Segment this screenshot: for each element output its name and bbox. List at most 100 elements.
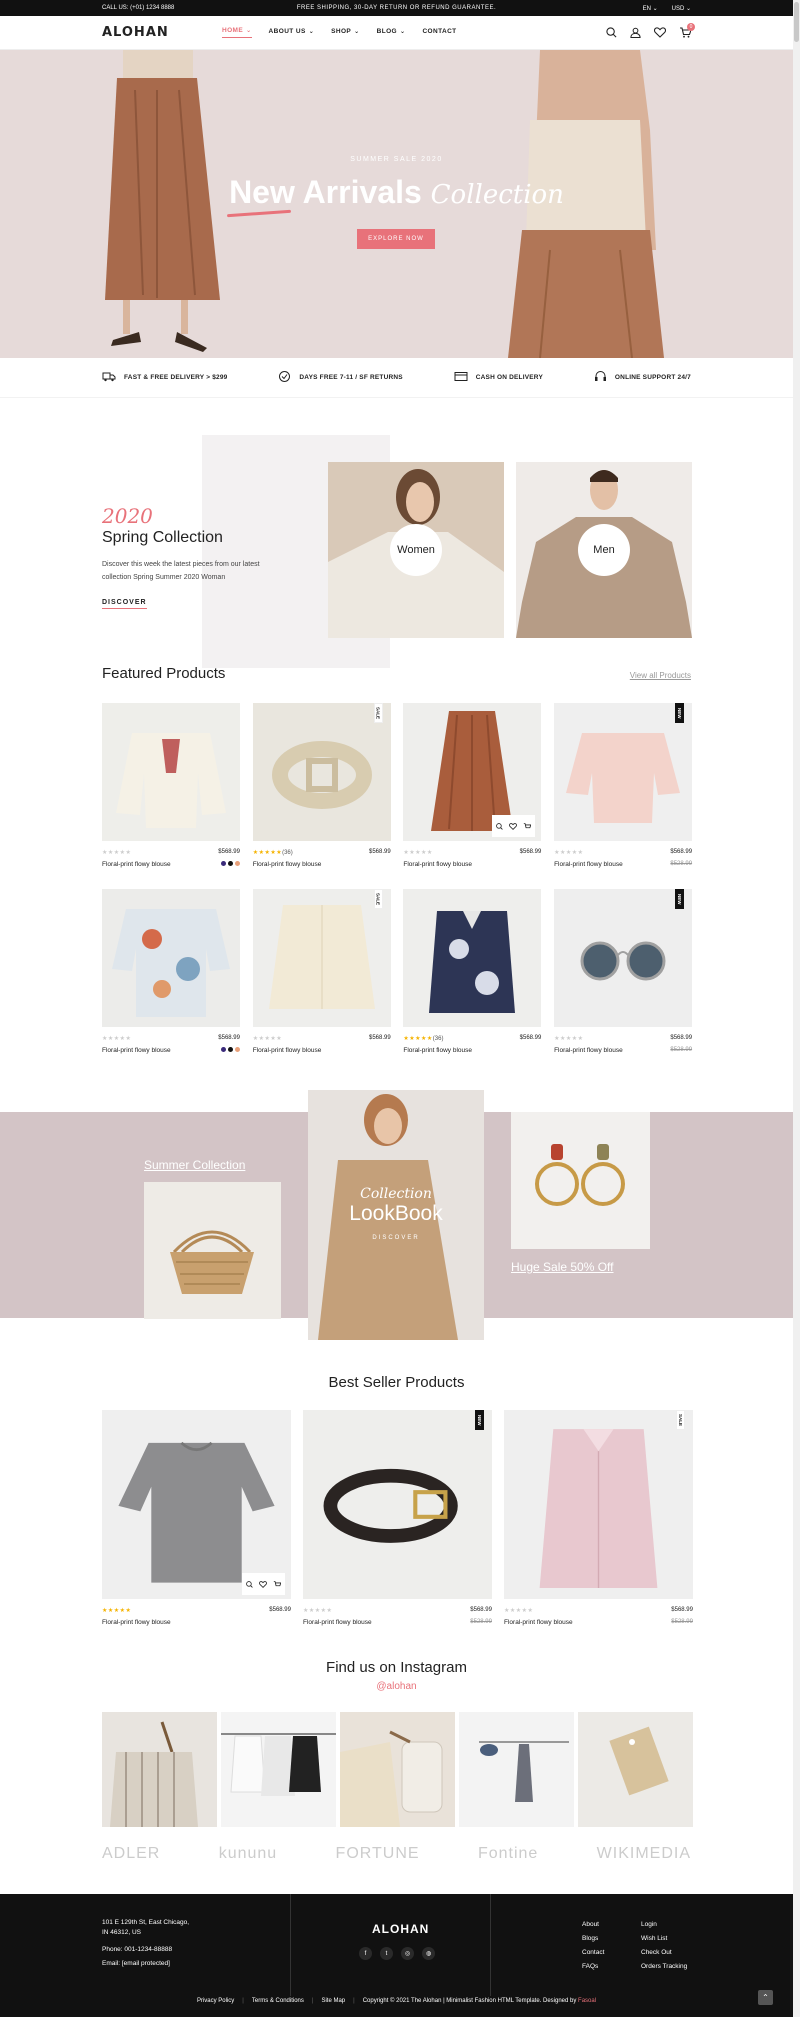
color-swatch[interactable] <box>221 1047 226 1052</box>
instagram-photo[interactable] <box>102 1712 217 1827</box>
footer-email[interactable]: Email: [email protected] <box>102 1959 189 1969</box>
nav-item-shop[interactable]: SHOP ⌄ <box>331 27 359 38</box>
instagram-icon[interactable]: ◎ <box>401 1947 414 1960</box>
site-logo[interactable]: ALOHAN <box>102 25 169 40</box>
nav-item-home[interactable]: HOME ⌄ <box>222 27 252 38</box>
brand-logo[interactable]: FORTUNE <box>336 1845 420 1863</box>
footer-logo[interactable]: ALOHAN <box>372 1922 429 1936</box>
footer-link[interactable]: Contact <box>582 1946 604 1960</box>
nav-item-contact[interactable]: CONTACT <box>422 27 456 38</box>
designer-link[interactable]: Fasoal <box>578 1998 596 2004</box>
heart-icon[interactable] <box>259 1575 267 1593</box>
summer-collection-link[interactable]: Summer Collection <box>144 1158 245 1172</box>
earrings-image[interactable] <box>511 1112 650 1249</box>
product-image[interactable]: NEW <box>554 889 693 1027</box>
product-card[interactable]: NEW ★★★★★ $568.99 Floral-print flowy blouse… <box>303 1410 492 1626</box>
product-name[interactable]: Floral-print flowy blouse <box>403 1047 472 1054</box>
color-swatch[interactable] <box>228 1047 233 1052</box>
instagram-photo[interactable] <box>578 1712 693 1827</box>
product-name[interactable]: Floral-print flowy blouse <box>102 1047 171 1054</box>
product-card[interactable]: ★★★★★ $568.99 Floral-print flowy blouse <box>102 703 240 868</box>
user-icon[interactable] <box>630 27 641 38</box>
product-name[interactable]: Floral-print flowy blouse <box>504 1619 573 1626</box>
color-swatch[interactable] <box>235 1047 240 1052</box>
product-card[interactable]: SALE ★★★★★ $568.99 Floral-print flowy blous… <box>252 889 391 1054</box>
discover-link[interactable]: DISCOVER <box>102 599 147 609</box>
cart-icon[interactable] <box>523 817 532 835</box>
product-name[interactable]: Floral-print flowy blouse <box>303 1619 372 1626</box>
page-scrollbar[interactable] <box>793 0 800 2017</box>
product-card[interactable]: SALE ★★★★★ $568.99 Floral-print flowy blous… <box>504 1410 693 1626</box>
lookbook-card[interactable]: Collection LookBook DISCOVER <box>308 1090 484 1340</box>
footer-link[interactable]: About <box>582 1918 604 1932</box>
product-name[interactable]: Floral-print flowy blouse <box>554 861 623 868</box>
footer-bottom-link[interactable]: Privacy Policy <box>197 1998 234 2004</box>
twitter-icon[interactable]: t <box>380 1947 393 1960</box>
product-name[interactable]: Floral-print flowy blouse <box>253 861 322 868</box>
product-image[interactable] <box>102 889 240 1027</box>
explore-now-button[interactable]: EXPLORE NOW <box>357 229 435 249</box>
product-image[interactable] <box>102 1410 291 1599</box>
scrollbar-thumb[interactable] <box>794 2 799 42</box>
view-all-products-link[interactable]: View all Products <box>630 671 691 680</box>
product-card[interactable]: ★★★★★(36) $568.99 Floral-print flowy blous… <box>403 889 542 1054</box>
product-image[interactable]: NEW <box>554 703 693 841</box>
brand-logo[interactable]: WIKIMEDIA <box>597 1845 691 1863</box>
instagram-handle[interactable]: @alohan <box>0 1681 793 1692</box>
footer-link[interactable]: Login <box>641 1918 687 1932</box>
language-select[interactable]: EN ⌄ <box>643 5 658 12</box>
search-icon[interactable] <box>246 1575 253 1593</box>
product-card[interactable]: ★★★★★ $568.99 Floral-print flowy blouse <box>102 889 240 1054</box>
brand-logo[interactable]: Fontine <box>478 1845 538 1863</box>
category-men-card[interactable]: Men <box>516 462 692 638</box>
heart-icon[interactable] <box>654 27 666 38</box>
product-card[interactable]: ★★★★★ $568.99 Floral-print flowy blouse <box>102 1410 291 1626</box>
heart-icon[interactable] <box>509 817 518 835</box>
product-image[interactable]: SALE <box>252 889 391 1027</box>
instagram-photo[interactable] <box>340 1712 455 1827</box>
lookbook-discover[interactable]: DISCOVER <box>308 1235 484 1241</box>
product-name[interactable]: Floral-print flowy blouse <box>554 1047 623 1054</box>
instagram-photo[interactable] <box>221 1712 336 1827</box>
color-swatch[interactable] <box>221 861 226 866</box>
footer-bottom-link[interactable]: Terms & Conditions <box>252 1998 304 2004</box>
search-icon[interactable] <box>496 817 504 835</box>
straw-bag-image[interactable] <box>144 1182 281 1319</box>
color-swatch[interactable] <box>228 861 233 866</box>
product-name[interactable]: Floral-print flowy blouse <box>102 1619 171 1626</box>
product-image[interactable]: SALE <box>504 1410 693 1599</box>
footer-link[interactable]: Blogs <box>582 1932 604 1946</box>
footer-link[interactable]: Orders Tracking <box>641 1960 687 1974</box>
product-image[interactable]: SALE <box>252 703 391 841</box>
currency-select[interactable]: USD ⌄ <box>672 5 691 12</box>
product-image[interactable] <box>403 703 542 841</box>
product-name[interactable]: Floral-print flowy blouse <box>102 861 171 868</box>
nav-item-about-us[interactable]: ABOUT US ⌄ <box>269 27 315 38</box>
product-image[interactable] <box>403 889 542 1027</box>
footer-link[interactable]: Wish List <box>641 1932 687 1946</box>
brand-logo[interactable]: kununu <box>219 1845 278 1863</box>
product-card[interactable]: NEW ★★★★★ $568.99 Floral-print flowy blouse… <box>554 889 693 1054</box>
product-card[interactable]: SALE ★★★★★(36) $568.99 Floral-print flowy b… <box>252 703 391 868</box>
footer-link[interactable]: FAQs <box>582 1960 604 1974</box>
cart-icon[interactable] <box>273 1575 282 1593</box>
product-image[interactable] <box>102 703 240 841</box>
brand-logo[interactable]: ADLER <box>102 1845 160 1863</box>
dribbble-icon[interactable]: ◍ <box>422 1947 435 1960</box>
color-swatch[interactable] <box>235 861 240 866</box>
nav-item-blog[interactable]: BLOG ⌄ <box>377 27 406 38</box>
instagram-photo[interactable] <box>459 1712 574 1827</box>
facebook-icon[interactable]: f <box>359 1947 372 1960</box>
product-card[interactable]: NEW ★★★★★ $568.99 Floral-print flowy blouse… <box>554 703 693 868</box>
product-image[interactable]: NEW <box>303 1410 492 1599</box>
huge-sale-link[interactable]: Huge Sale 50% Off <box>511 1260 614 1274</box>
category-women-card[interactable]: Women <box>328 462 504 638</box>
search-icon[interactable] <box>606 27 617 38</box>
footer-bottom-link[interactable]: Site Map <box>321 1998 345 2004</box>
product-card[interactable]: ★★★★★ $568.99 Floral-print flowy blouse <box>403 703 542 868</box>
footer-link[interactable]: Check Out <box>641 1946 687 1960</box>
product-name[interactable]: Floral-print flowy blouse <box>253 1047 322 1054</box>
cart-icon[interactable]: 0 <box>679 23 695 38</box>
product-name[interactable]: Floral-print flowy blouse <box>403 861 472 868</box>
back-to-top-button[interactable]: ⌃ <box>758 1990 773 2005</box>
